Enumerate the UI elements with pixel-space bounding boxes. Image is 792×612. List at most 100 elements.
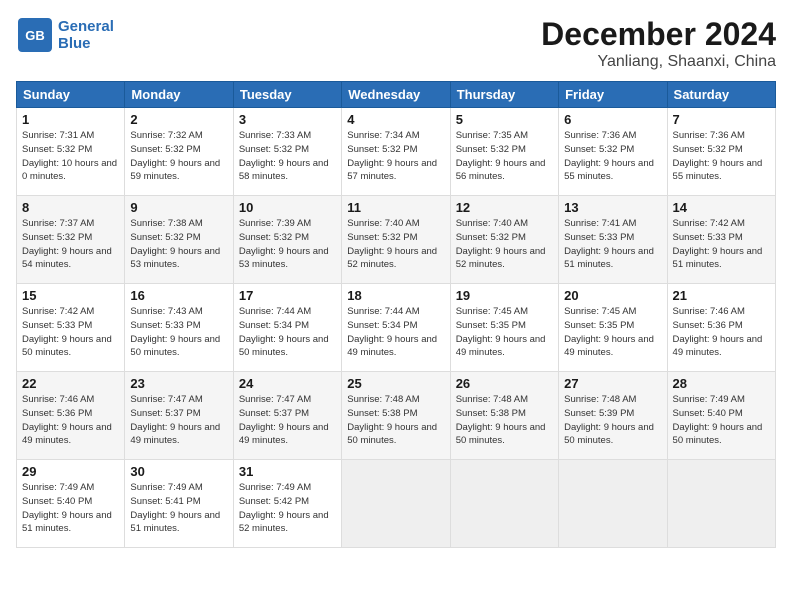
- calendar-cell: 7 Sunrise: 7:36 AM Sunset: 5:32 PM Dayli…: [667, 108, 775, 196]
- calendar-cell: 6 Sunrise: 7:36 AM Sunset: 5:32 PM Dayli…: [559, 108, 667, 196]
- calendar-cell: 10 Sunrise: 7:39 AM Sunset: 5:32 PM Dayl…: [233, 196, 341, 284]
- day-number: 16: [130, 288, 227, 303]
- weekday-header-thursday: Thursday: [450, 82, 558, 108]
- day-number: 7: [673, 112, 770, 127]
- calendar-cell: 18 Sunrise: 7:44 AM Sunset: 5:34 PM Dayl…: [342, 284, 450, 372]
- logo-name: GeneralBlue: [58, 18, 114, 52]
- day-info: Sunrise: 7:48 AM Sunset: 5:39 PM Dayligh…: [564, 393, 661, 448]
- day-info: Sunrise: 7:44 AM Sunset: 5:34 PM Dayligh…: [347, 305, 444, 360]
- day-number: 4: [347, 112, 444, 127]
- calendar-cell: [450, 460, 558, 548]
- day-number: 3: [239, 112, 336, 127]
- day-info: Sunrise: 7:32 AM Sunset: 5:32 PM Dayligh…: [130, 129, 227, 184]
- calendar-cell: 9 Sunrise: 7:38 AM Sunset: 5:32 PM Dayli…: [125, 196, 233, 284]
- day-info: Sunrise: 7:36 AM Sunset: 5:32 PM Dayligh…: [564, 129, 661, 184]
- week-row-4: 22 Sunrise: 7:46 AM Sunset: 5:36 PM Dayl…: [17, 372, 776, 460]
- day-number: 31: [239, 464, 336, 479]
- day-number: 27: [564, 376, 661, 391]
- weekday-header-sunday: Sunday: [17, 82, 125, 108]
- calendar-cell: 27 Sunrise: 7:48 AM Sunset: 5:39 PM Dayl…: [559, 372, 667, 460]
- calendar-cell: 8 Sunrise: 7:37 AM Sunset: 5:32 PM Dayli…: [17, 196, 125, 284]
- calendar-cell: 30 Sunrise: 7:49 AM Sunset: 5:41 PM Dayl…: [125, 460, 233, 548]
- day-info: Sunrise: 7:38 AM Sunset: 5:32 PM Dayligh…: [130, 217, 227, 272]
- day-info: Sunrise: 7:34 AM Sunset: 5:32 PM Dayligh…: [347, 129, 444, 184]
- day-number: 6: [564, 112, 661, 127]
- day-info: Sunrise: 7:46 AM Sunset: 5:36 PM Dayligh…: [673, 305, 770, 360]
- svg-text:GB: GB: [25, 28, 45, 43]
- day-info: Sunrise: 7:36 AM Sunset: 5:32 PM Dayligh…: [673, 129, 770, 184]
- weekday-header-monday: Monday: [125, 82, 233, 108]
- day-number: 14: [673, 200, 770, 215]
- day-number: 13: [564, 200, 661, 215]
- day-number: 28: [673, 376, 770, 391]
- day-number: 20: [564, 288, 661, 303]
- day-number: 29: [22, 464, 119, 479]
- header-row: SundayMondayTuesdayWednesdayThursdayFrid…: [17, 82, 776, 108]
- calendar-cell: 31 Sunrise: 7:49 AM Sunset: 5:42 PM Dayl…: [233, 460, 341, 548]
- day-info: Sunrise: 7:47 AM Sunset: 5:37 PM Dayligh…: [239, 393, 336, 448]
- logo: GB GeneralBlue: [16, 16, 114, 54]
- calendar-cell: 25 Sunrise: 7:48 AM Sunset: 5:38 PM Dayl…: [342, 372, 450, 460]
- day-number: 12: [456, 200, 553, 215]
- calendar-cell: 13 Sunrise: 7:41 AM Sunset: 5:33 PM Dayl…: [559, 196, 667, 284]
- calendar-cell: 19 Sunrise: 7:45 AM Sunset: 5:35 PM Dayl…: [450, 284, 558, 372]
- day-number: 11: [347, 200, 444, 215]
- weekday-header-wednesday: Wednesday: [342, 82, 450, 108]
- calendar-cell: 26 Sunrise: 7:48 AM Sunset: 5:38 PM Dayl…: [450, 372, 558, 460]
- calendar-cell: 29 Sunrise: 7:49 AM Sunset: 5:40 PM Dayl…: [17, 460, 125, 548]
- location-title: Yanliang, Shaanxi, China: [541, 53, 776, 71]
- day-number: 8: [22, 200, 119, 215]
- day-info: Sunrise: 7:37 AM Sunset: 5:32 PM Dayligh…: [22, 217, 119, 272]
- day-number: 5: [456, 112, 553, 127]
- calendar-cell: 21 Sunrise: 7:46 AM Sunset: 5:36 PM Dayl…: [667, 284, 775, 372]
- calendar-cell: 14 Sunrise: 7:42 AM Sunset: 5:33 PM Dayl…: [667, 196, 775, 284]
- calendar-cell: 2 Sunrise: 7:32 AM Sunset: 5:32 PM Dayli…: [125, 108, 233, 196]
- day-info: Sunrise: 7:35 AM Sunset: 5:32 PM Dayligh…: [456, 129, 553, 184]
- day-number: 9: [130, 200, 227, 215]
- day-info: Sunrise: 7:40 AM Sunset: 5:32 PM Dayligh…: [347, 217, 444, 272]
- day-number: 23: [130, 376, 227, 391]
- day-number: 21: [673, 288, 770, 303]
- day-info: Sunrise: 7:46 AM Sunset: 5:36 PM Dayligh…: [22, 393, 119, 448]
- day-info: Sunrise: 7:49 AM Sunset: 5:41 PM Dayligh…: [130, 481, 227, 536]
- day-info: Sunrise: 7:45 AM Sunset: 5:35 PM Dayligh…: [456, 305, 553, 360]
- calendar-cell: 11 Sunrise: 7:40 AM Sunset: 5:32 PM Dayl…: [342, 196, 450, 284]
- day-number: 18: [347, 288, 444, 303]
- day-number: 2: [130, 112, 227, 127]
- day-number: 15: [22, 288, 119, 303]
- week-row-2: 8 Sunrise: 7:37 AM Sunset: 5:32 PM Dayli…: [17, 196, 776, 284]
- day-info: Sunrise: 7:42 AM Sunset: 5:33 PM Dayligh…: [22, 305, 119, 360]
- day-number: 26: [456, 376, 553, 391]
- day-info: Sunrise: 7:31 AM Sunset: 5:32 PM Dayligh…: [22, 129, 119, 184]
- day-info: Sunrise: 7:47 AM Sunset: 5:37 PM Dayligh…: [130, 393, 227, 448]
- calendar-cell: 17 Sunrise: 7:44 AM Sunset: 5:34 PM Dayl…: [233, 284, 341, 372]
- day-info: Sunrise: 7:40 AM Sunset: 5:32 PM Dayligh…: [456, 217, 553, 272]
- day-info: Sunrise: 7:41 AM Sunset: 5:33 PM Dayligh…: [564, 217, 661, 272]
- calendar-cell: 15 Sunrise: 7:42 AM Sunset: 5:33 PM Dayl…: [17, 284, 125, 372]
- day-info: Sunrise: 7:43 AM Sunset: 5:33 PM Dayligh…: [130, 305, 227, 360]
- day-info: Sunrise: 7:39 AM Sunset: 5:32 PM Dayligh…: [239, 217, 336, 272]
- calendar-cell: 12 Sunrise: 7:40 AM Sunset: 5:32 PM Dayl…: [450, 196, 558, 284]
- calendar-page: GB GeneralBlue December 2024 Yanliang, S…: [0, 0, 792, 612]
- calendar-cell: 23 Sunrise: 7:47 AM Sunset: 5:37 PM Dayl…: [125, 372, 233, 460]
- calendar-cell: [342, 460, 450, 548]
- month-title: December 2024: [541, 16, 776, 53]
- weekday-header-friday: Friday: [559, 82, 667, 108]
- day-number: 30: [130, 464, 227, 479]
- header: GB GeneralBlue December 2024 Yanliang, S…: [16, 16, 776, 71]
- calendar-cell: 4 Sunrise: 7:34 AM Sunset: 5:32 PM Dayli…: [342, 108, 450, 196]
- title-block: December 2024 Yanliang, Shaanxi, China: [541, 16, 776, 71]
- calendar-cell: [667, 460, 775, 548]
- weekday-header-saturday: Saturday: [667, 82, 775, 108]
- calendar-table: SundayMondayTuesdayWednesdayThursdayFrid…: [16, 81, 776, 548]
- calendar-cell: 1 Sunrise: 7:31 AM Sunset: 5:32 PM Dayli…: [17, 108, 125, 196]
- week-row-5: 29 Sunrise: 7:49 AM Sunset: 5:40 PM Dayl…: [17, 460, 776, 548]
- day-info: Sunrise: 7:42 AM Sunset: 5:33 PM Dayligh…: [673, 217, 770, 272]
- day-info: Sunrise: 7:49 AM Sunset: 5:40 PM Dayligh…: [673, 393, 770, 448]
- day-info: Sunrise: 7:48 AM Sunset: 5:38 PM Dayligh…: [347, 393, 444, 448]
- day-number: 24: [239, 376, 336, 391]
- day-number: 17: [239, 288, 336, 303]
- day-number: 25: [347, 376, 444, 391]
- week-row-3: 15 Sunrise: 7:42 AM Sunset: 5:33 PM Dayl…: [17, 284, 776, 372]
- calendar-cell: 28 Sunrise: 7:49 AM Sunset: 5:40 PM Dayl…: [667, 372, 775, 460]
